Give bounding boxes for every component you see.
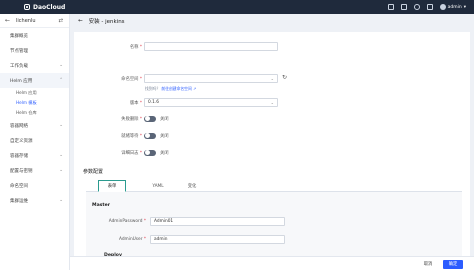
ready-wait-label: 就绪等待 * — [121, 134, 142, 139]
sidebar-item-label: 集群概览 — [10, 33, 28, 39]
sidebar-item-helm-apps[interactable]: Helm 应用 ⌃ — [0, 73, 69, 88]
version-label: 版本 * — [129, 101, 142, 106]
sidebar-item-container-storage[interactable]: 容器存储 ⌄ — [0, 148, 69, 163]
namespace-hint: 找到吗？ 前往创建命名空间 ↗ — [145, 86, 197, 91]
detail-log-toggle[interactable] — [144, 149, 156, 156]
top-bar: DaoCloud admin ▾ — [0, 0, 474, 14]
namespace-label: 命名空间 * — [121, 77, 142, 82]
document-icon[interactable] — [400, 4, 407, 10]
install-form-card: 名称 * 命名空间 * ⌄ ↻ 找到吗？ 前往创建命名空间 ↗ 版本 * 0.1… — [74, 32, 470, 270]
user-menu[interactable]: admin ▾ — [439, 4, 466, 10]
globe-icon[interactable] — [413, 4, 420, 10]
chevron-up-icon: ⌃ — [59, 78, 63, 83]
chevron-down-icon: ⌄ — [59, 63, 63, 68]
fail-delete-label: 失败删除 * — [121, 117, 142, 122]
sidebar-subitem-label: Helm 应用 — [16, 90, 37, 95]
fail-delete-state: 关闭 — [160, 117, 169, 122]
detail-log-label: 详细日志 * — [121, 151, 142, 156]
confirm-button[interactable]: 确定 — [443, 259, 463, 269]
params-section-title: 参数配置 — [83, 169, 104, 175]
main-content: ← 安装 - jenkins 名称 * 命名空间 * ⌄ ↻ 找到吗？ 前往创建… — [70, 14, 474, 270]
version-value: 0.1.6 — [148, 100, 159, 105]
refresh-icon[interactable]: ↻ — [282, 74, 287, 81]
sidebar-item-node-management[interactable]: 节点管理 — [0, 43, 69, 58]
sidebar-item-label: 容器网络 — [10, 123, 28, 129]
sidebar-item-label: 容器存储 — [10, 153, 28, 159]
admin-user-input[interactable]: admin — [150, 235, 285, 244]
sidebar-item-workloads[interactable]: 工作负载 ⌄ — [0, 58, 69, 73]
sidebar-item-cluster-overview[interactable]: 集群概览 — [0, 28, 69, 43]
chevron-down-icon: ▾ — [463, 4, 466, 10]
brand-logo[interactable]: DaoCloud — [24, 4, 65, 11]
tab-changes[interactable]: 变化 — [178, 180, 206, 192]
avatar — [439, 4, 446, 10]
footer-bar: 取消 确定 — [70, 256, 474, 270]
sidebar-subitem-label: Helm 模板 — [16, 100, 37, 105]
admin-user-value: admin — [154, 237, 168, 242]
back-arrow-icon[interactable]: ← — [5, 17, 10, 24]
sidebar-item-label: 命名空间 — [10, 183, 28, 189]
ready-wait-state: 关闭 — [160, 134, 169, 139]
admin-password-label: AdminPassword * — [108, 219, 146, 224]
sidebar-subitem-helm-repos[interactable]: Helm 仓库 — [0, 108, 69, 118]
sidebar-subitem-helm-templates[interactable]: Helm 模板 — [0, 98, 69, 108]
cluster-name: lichenlu — [16, 17, 36, 24]
tab-form[interactable]: 表单 — [98, 180, 126, 192]
page-title: 安装 - jenkins — [88, 19, 125, 25]
sidebar-subitem-helm-apps[interactable]: Helm 应用 — [0, 88, 69, 98]
sidebar: ← lichenlu ⇄ 集群概览 节点管理 工作负载 ⌄ Helm 应用 ⌃ He… — [0, 14, 70, 270]
chevron-down-icon: ⌄ — [59, 168, 63, 173]
sidebar-item-cluster-ops[interactable]: 集群运维 ⌄ — [0, 193, 69, 208]
tab-yaml[interactable]: YAML — [144, 180, 172, 192]
chevron-down-icon: ⌄ — [59, 123, 63, 128]
switch-icon[interactable]: ⇄ — [58, 18, 63, 24]
create-namespace-link[interactable]: 前往创建命名空间 — [161, 86, 191, 91]
name-input[interactable] — [144, 42, 278, 51]
sidebar-item-label: 集群运维 — [10, 198, 28, 204]
daocloud-logo-icon — [24, 4, 30, 10]
sidebar-item-container-network[interactable]: 容器网络 ⌄ — [0, 118, 69, 133]
message-icon[interactable] — [387, 4, 394, 10]
sidebar-item-label: 工作负载 — [10, 63, 28, 69]
chevron-down-icon: ⌄ — [59, 198, 63, 203]
sidebar-item-custom-resources[interactable]: 自定义资源 — [0, 133, 69, 148]
sidebar-item-namespaces[interactable]: 命名空间 — [0, 178, 69, 193]
cluster-switcher[interactable]: ← lichenlu ⇄ — [0, 14, 69, 28]
notification-bell-icon[interactable] — [426, 4, 433, 10]
admin-password-value: Admin01 — [154, 219, 174, 224]
group-master-title: Master — [92, 203, 110, 208]
page-header: ← 安装 - jenkins — [70, 14, 474, 28]
brand-name: DaoCloud — [33, 3, 66, 11]
sidebar-item-label: 配置与密钥 — [10, 168, 33, 174]
external-link-icon[interactable]: ↗ — [193, 86, 196, 91]
sidebar-item-label: Helm 应用 — [10, 78, 33, 84]
ready-wait-toggle[interactable] — [144, 132, 156, 139]
sidebar-item-label: 节点管理 — [10, 48, 28, 54]
sidebar-item-config-secrets[interactable]: 配置与密钥 ⌄ — [0, 163, 69, 178]
detail-log-state: 关闭 — [160, 151, 169, 156]
cancel-button[interactable]: 取消 — [418, 260, 438, 269]
chevron-down-icon: ⌄ — [270, 100, 274, 105]
chevron-down-icon: ⌄ — [270, 76, 274, 81]
sidebar-item-label: 自定义资源 — [10, 138, 33, 144]
namespace-select[interactable]: ⌄ — [144, 74, 278, 83]
user-name: admin — [447, 4, 462, 10]
fail-delete-toggle[interactable] — [144, 115, 156, 122]
back-arrow-icon[interactable]: ← — [78, 18, 83, 24]
admin-user-label: AdminUser * — [118, 237, 146, 242]
params-tabs: 表单 YAML 变化 — [86, 180, 462, 192]
version-select[interactable]: 0.1.6 ⌄ — [144, 98, 278, 107]
admin-password-input[interactable]: Admin01 — [150, 217, 285, 226]
name-label: 名称 * — [129, 45, 142, 50]
chevron-down-icon: ⌄ — [59, 153, 63, 158]
sidebar-subitem-label: Helm 仓库 — [16, 110, 37, 115]
